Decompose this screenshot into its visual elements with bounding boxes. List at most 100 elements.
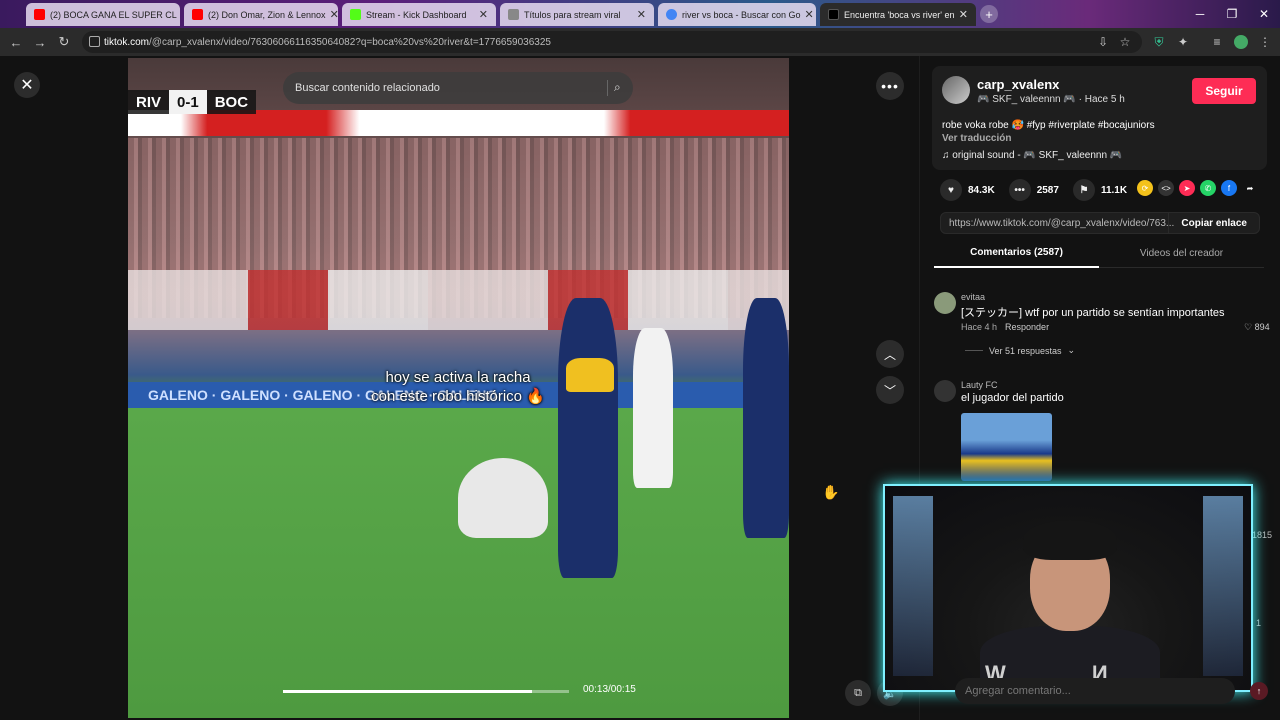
minimize-icon[interactable]: ─ [1184, 0, 1216, 28]
add-comment-placeholder: Agregar comentario... [965, 685, 1071, 697]
comment-like-count: 894 [1254, 322, 1270, 332]
bookmark-star-icon[interactable]: ☆ [1118, 35, 1132, 49]
browser-tab[interactable]: (2) Don Omar, Zion & Lennox ✕ [184, 3, 338, 26]
commenter-avatar[interactable] [934, 292, 956, 314]
tab-title: Stream - Kick Dashboard [366, 9, 467, 20]
mouse-cursor-icon: ✋ [822, 484, 840, 500]
comment-image[interactable] [961, 413, 1052, 481]
translate-link[interactable]: Ver traducción [942, 133, 1011, 144]
extensions-icon[interactable]: ✦ [1176, 35, 1190, 49]
browser-tab-strip: (2) BOCA GANA EL SUPER CL ✕ (2) Don Omar… [0, 0, 1280, 28]
music-note-icon: ♫ [942, 150, 953, 161]
facebook-icon[interactable]: f [1221, 180, 1237, 196]
embed-icon[interactable]: <> [1158, 180, 1174, 196]
video-caption: hoy se activa la racha con este robo his… [328, 368, 588, 406]
player-figure [558, 298, 618, 578]
tab-comments[interactable]: Comentarios (2587) [934, 238, 1099, 268]
address-bar-row: ← → ↻ tiktok.com/@carp_xvalenx/video/763… [0, 28, 1280, 56]
creator-avatar[interactable] [942, 76, 970, 104]
sound-link[interactable]: ♫ original sound - 🎮 SKF_ valeennn 🎮 [942, 150, 1122, 161]
close-tab-icon[interactable]: ✕ [177, 8, 180, 21]
close-video-button[interactable]: ✕ [14, 72, 40, 98]
shield-icon[interactable]: ⛨ [1152, 35, 1166, 49]
tab-title: (2) BOCA GANA EL SUPER CL [50, 9, 177, 20]
commenter-name[interactable]: Lauty FC [961, 380, 998, 390]
comment-like[interactable]: ♡ 894 [1244, 322, 1270, 333]
comment-count: 2587 [1036, 184, 1059, 196]
youtube-icon [192, 9, 203, 20]
close-tab-icon[interactable]: ✕ [326, 8, 338, 21]
add-comment-input[interactable]: Agregar comentario... [955, 678, 1235, 704]
creator-username[interactable]: carp_xvalenx [977, 77, 1059, 92]
reload-icon[interactable]: ↻ [52, 30, 76, 54]
send-icon[interactable]: ➤ [1179, 180, 1195, 196]
follow-button[interactable]: Seguir [1192, 78, 1256, 104]
repost-icon[interactable]: ⟳ [1137, 180, 1153, 196]
new-tab-icon[interactable]: + [980, 5, 998, 23]
chevron-down-icon: ﹀ [883, 383, 896, 398]
close-tab-icon[interactable]: ✕ [955, 8, 968, 21]
creator-subline: 🎮 SKF_ valeennn 🎮 · Hace 5 h [977, 94, 1125, 105]
profile-avatar-icon[interactable] [1234, 35, 1248, 49]
like-heart-icon[interactable]: ♥ [940, 179, 962, 201]
browser-tab-active[interactable]: Encuentra 'boca vs river' en ✕ [820, 3, 976, 26]
close-icon: ✕ [20, 77, 34, 94]
browser-tab[interactable]: (2) BOCA GANA EL SUPER CL ✕ [26, 3, 180, 26]
close-tab-icon[interactable]: ✕ [475, 8, 488, 21]
google-icon [666, 9, 677, 20]
comment-icon[interactable]: ••• [1008, 179, 1031, 201]
player-figure [633, 328, 673, 488]
share-arrow-icon[interactable]: ➦ [1242, 180, 1258, 196]
previous-video-button[interactable]: ︿ [876, 340, 904, 368]
site-info-icon[interactable] [89, 36, 100, 47]
youtube-icon [34, 9, 45, 20]
commenter-name[interactable]: evitaa [961, 292, 985, 302]
webcam-overlay: W И [883, 484, 1253, 692]
more-options-button[interactable]: ••• [876, 72, 904, 100]
commenter-avatar[interactable] [934, 380, 956, 402]
search-icon[interactable]: ⌕ [607, 80, 623, 96]
comment-meta: Hace 4 h Responder [961, 322, 1049, 332]
backlight [893, 496, 933, 676]
view-replies-button[interactable]: Ver 51 respuestas ⌄ [965, 345, 1075, 356]
menu-kebab-icon[interactable]: ⋮ [1258, 35, 1272, 49]
stadium-banner [128, 270, 789, 330]
tab-search-icon[interactable]: ≡ [1210, 35, 1224, 49]
browser-tab[interactable]: Títulos para stream viral ✕ [500, 3, 654, 26]
view-replies-label: Ver 51 respuestas [989, 345, 1062, 356]
close-tab-icon[interactable]: ✕ [801, 8, 814, 21]
send-arrow-icon: ↑ [1256, 686, 1262, 696]
video-player[interactable]: GALENO · GALENO · GALENO · GALENO · GALE… [128, 58, 789, 718]
browser-tab[interactable]: river vs boca - Buscar con Go ✕ [658, 3, 816, 26]
url-bar[interactable]: tiktok.com/@carp_xvalenx/video/763060661… [82, 31, 1142, 53]
install-icon[interactable]: ⇩ [1096, 35, 1110, 49]
whatsapp-icon[interactable]: ✆ [1200, 180, 1216, 196]
copy-link-button[interactable]: Copiar enlace [1168, 213, 1259, 233]
kick-icon [350, 9, 361, 20]
comment-text: [ステッカー] wtf por un partido se sentían im… [961, 307, 1225, 319]
pip-icon: ⧉ [854, 686, 862, 699]
search-placeholder: Buscar contenido relacionado [295, 82, 440, 94]
related-search-input[interactable]: Buscar contenido relacionado ⌕ [283, 72, 633, 104]
caption-line: hoy se activa la racha [385, 369, 531, 386]
next-video-button[interactable]: ﹀ [876, 376, 904, 404]
progress-fill [283, 690, 532, 693]
pip-button[interactable]: ⧉ [845, 680, 871, 706]
maximize-icon[interactable]: ❐ [1216, 0, 1248, 28]
send-comment-button[interactable]: ↑ [1250, 682, 1268, 700]
home-team: RIV [136, 93, 162, 111]
progress-bar[interactable] [283, 690, 569, 693]
close-tab-icon[interactable]: ✕ [633, 8, 646, 21]
bookmark-icon[interactable]: ⚑ [1072, 179, 1095, 201]
divider [965, 350, 983, 351]
comment-text: el jugador del partido [961, 392, 1064, 404]
reply-button[interactable]: Responder [1005, 322, 1049, 332]
fallen-player [458, 458, 548, 538]
close-window-icon[interactable]: ✕ [1248, 0, 1280, 28]
forward-icon[interactable]: → [28, 30, 52, 54]
tab-creator-videos[interactable]: Videos del creador [1099, 238, 1264, 268]
url-domain: tiktok.com [104, 36, 150, 48]
back-icon[interactable]: ← [4, 30, 28, 54]
video-link-field[interactable]: https://www.tiktok.com/@carp_xvalenx/vid… [940, 212, 1260, 234]
browser-tab[interactable]: Stream - Kick Dashboard ✕ [342, 3, 496, 26]
